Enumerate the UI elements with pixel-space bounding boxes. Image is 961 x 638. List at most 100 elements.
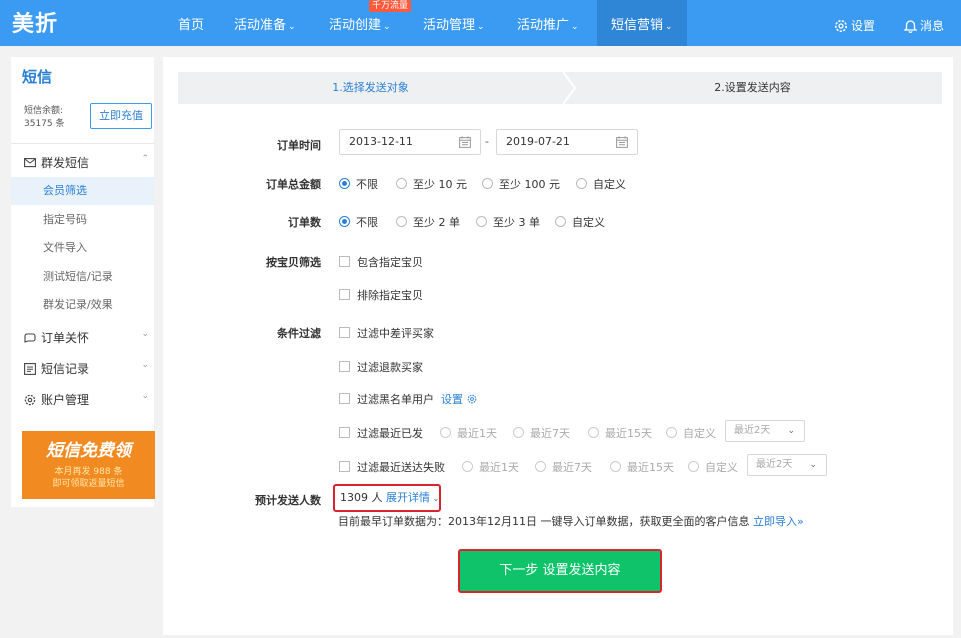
nav-item-home[interactable]: 首页: [178, 0, 204, 46]
filter-refund-checkbox[interactable]: 过滤退款买家: [339, 359, 423, 375]
sidebar-group-order-care[interactable]: 订单关怀 ⌄: [24, 329, 149, 346]
end-date-input[interactable]: 2019-07-21: [496, 129, 638, 155]
include-products-checkbox[interactable]: 包含指定宝贝: [339, 254, 423, 270]
order-amount-option-custom[interactable]: 自定义: [576, 176, 626, 192]
recent-failed-option-1day[interactable]: 最近1天: [462, 459, 519, 475]
estimated-recipients-label: 预计发送人数: [255, 494, 321, 507]
sidebar-group-sms-records[interactable]: 短信记录 ⌄: [24, 360, 149, 377]
sidebar: 短信 短信余额: 35175 条 立即充值 群发短信 ⌃ 会员筛选 指定号码 文…: [11, 57, 155, 507]
chevron-down-icon: ⌄: [141, 360, 149, 370]
step-indicator: 1.选择发送对象 2.设置发送内容: [178, 72, 942, 104]
radio-unselected: [482, 178, 493, 189]
gear-icon: [835, 20, 847, 32]
calendar-icon: [616, 136, 628, 148]
step-set-content: 2.设置发送内容: [714, 81, 791, 94]
nav-item-event-promote[interactable]: 活动推广 ⌄: [517, 0, 579, 46]
chevron-down-icon: ⌄: [665, 22, 673, 32]
sidebar-title: 短信: [22, 68, 53, 86]
promo-line-1: 本月再发 988 条: [54, 467, 123, 477]
order-count-label: 订单数: [288, 216, 321, 229]
sidebar-item-test-sms[interactable]: 测试短信/记录: [11, 263, 154, 291]
sidebar-item-specific-numbers[interactable]: 指定号码: [11, 206, 154, 234]
order-count-option-any[interactable]: 不限: [339, 214, 378, 230]
messages-link[interactable]: 消息: [902, 0, 944, 46]
calendar-icon: [459, 136, 471, 148]
chevron-down-icon: ⌄: [141, 329, 149, 339]
recent-sent-option-custom[interactable]: 自定义: [666, 425, 716, 441]
step-select-recipients: 1.选择发送对象: [332, 81, 409, 94]
blacklist-settings-link[interactable]: 设置: [441, 391, 477, 407]
condition-filter-label: 条件过滤: [277, 327, 321, 340]
import-now-link[interactable]: 立即导入»: [753, 515, 804, 528]
product-filter-label: 按宝贝筛选: [266, 256, 321, 269]
radio-selected: [339, 178, 350, 189]
order-amount-option-100[interactable]: 至少 100 元: [482, 176, 560, 192]
sms-balance-label: 短信余额:: [24, 106, 64, 116]
sidebar-item-send-records[interactable]: 群发记录/效果: [11, 291, 154, 319]
promo-title: 短信免费领: [46, 441, 131, 461]
record-icon: [24, 363, 36, 375]
order-count-option-custom[interactable]: 自定义: [555, 214, 605, 230]
chevron-down-icon: ⌄: [430, 494, 440, 503]
recent-sent-option-15days[interactable]: 最近15天: [588, 425, 652, 441]
expand-details-link[interactable]: 展开详情 ⌄: [386, 491, 439, 504]
recent-sent-option-1day[interactable]: 最近1天: [440, 425, 497, 441]
chevron-down-icon: ⌄: [141, 391, 149, 401]
bell-icon: [902, 20, 919, 33]
order-count-option-2[interactable]: 至少 2 单: [396, 214, 460, 230]
chevron-down-icon: ⌄: [383, 22, 391, 32]
gear-icon: [24, 394, 36, 406]
filter-blacklist-checkbox[interactable]: 过滤黑名单用户: [339, 391, 434, 407]
filter-recent-sent-checkbox[interactable]: 过滤最近已发: [339, 425, 423, 441]
chevron-down-icon: ⌄: [809, 460, 817, 470]
chevron-down-icon: ⌄: [787, 426, 795, 436]
radio-unselected: [555, 216, 566, 227]
top-nav-bar: 美折 首页 活动准备 ⌄ 千万流量 活动创建 ⌄ 活动管理 ⌄ 活动推广 ⌄ 短信营销 ⌄…: [0, 0, 961, 46]
date-range-separator: -: [485, 135, 489, 148]
recent-sent-days-select[interactable]: 最近2天 ⌄: [725, 420, 805, 442]
sidebar-group-account[interactable]: 账户管理 ⌄: [24, 391, 149, 408]
recharge-button[interactable]: 立即充值: [90, 103, 152, 129]
order-amount-option-any[interactable]: 不限: [339, 176, 378, 192]
sidebar-divider: [11, 143, 154, 144]
nav-item-event-manage[interactable]: 活动管理 ⌄: [423, 0, 485, 46]
order-amount-option-10[interactable]: 至少 10 元: [396, 176, 467, 192]
order-amount-label: 订单总金额: [266, 178, 321, 191]
promo-line-2: 即可领取返量短信: [52, 479, 125, 489]
radio-unselected: [576, 178, 587, 189]
estimated-recipients-count: 1309 人: [340, 491, 383, 504]
next-step-button[interactable]: 下一步 设置发送内容: [458, 549, 662, 593]
nav-item-event-prep[interactable]: 活动准备 ⌄: [234, 0, 296, 46]
chevron-up-icon: ⌃: [141, 154, 149, 164]
radio-unselected: [396, 216, 407, 227]
sidebar-item-file-import[interactable]: 文件导入: [11, 234, 154, 262]
app-logo[interactable]: 美折: [12, 6, 58, 38]
gear-icon: [467, 394, 476, 404]
settings-link[interactable]: 设置: [834, 0, 875, 46]
radio-unselected: [476, 216, 487, 227]
estimated-recipients-box: 1309 人 展开详情 ⌄: [333, 484, 441, 512]
chevron-down-icon: ⌄: [571, 22, 579, 32]
recent-sent-option-7days[interactable]: 最近7天: [513, 425, 570, 441]
sms-icon: [24, 158, 36, 168]
chevron-down-icon: ⌄: [288, 22, 296, 32]
recent-failed-option-custom[interactable]: 自定义: [688, 459, 738, 475]
nav-item-event-create[interactable]: 千万流量 活动创建 ⌄: [329, 0, 412, 46]
radio-selected: [339, 216, 350, 227]
order-time-label: 订单时间: [277, 139, 321, 152]
filter-bad-review-checkbox[interactable]: 过滤中差评买家: [339, 325, 434, 341]
filter-recent-failed-checkbox[interactable]: 过滤最近送达失败: [339, 459, 445, 475]
nav-item-sms-marketing[interactable]: 短信营销 ⌄: [597, 0, 687, 46]
start-date-input[interactable]: 2013-12-11: [339, 129, 481, 155]
sidebar-group-bulk-sms[interactable]: 群发短信 ⌃: [24, 154, 149, 171]
free-sms-promo-banner[interactable]: 短信免费领 本月再发 988 条 即可领取返量短信: [22, 431, 155, 499]
recent-failed-days-select[interactable]: 最近2天 ⌄: [747, 454, 827, 476]
sidebar-item-member-filter[interactable]: 会员筛选: [11, 177, 154, 205]
main-panel: 1.选择发送对象 2.设置发送内容 订单时间 2013-12-11 - 2019…: [163, 57, 953, 635]
care-icon: [24, 333, 36, 343]
exclude-products-checkbox[interactable]: 排除指定宝贝: [339, 287, 423, 303]
chevron-down-icon: ⌄: [477, 22, 485, 32]
order-count-option-3[interactable]: 至少 3 单: [476, 214, 540, 230]
recent-failed-option-15days[interactable]: 最近15天: [610, 459, 674, 475]
recent-failed-option-7days[interactable]: 最近7天: [535, 459, 592, 475]
